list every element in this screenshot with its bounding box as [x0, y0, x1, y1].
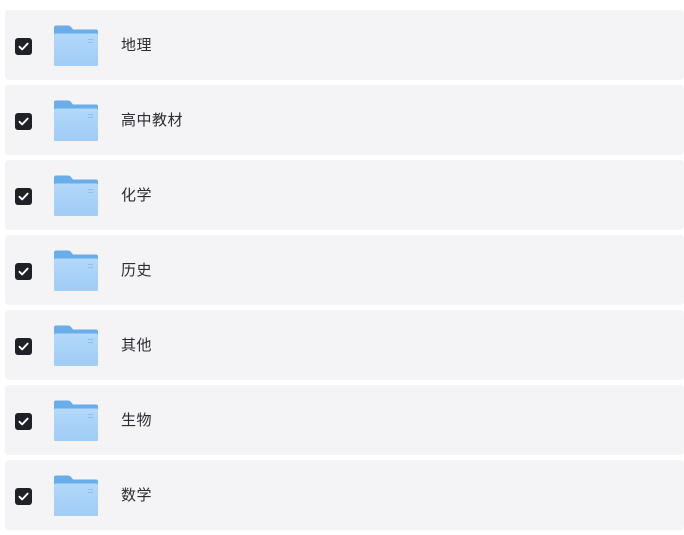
folder-icon [53, 400, 99, 442]
folder-list: 地理 高中教材 化学 历史 其他 生物 数学 [5, 10, 684, 535]
folder-row-0[interactable]: 地理 [5, 10, 684, 80]
checkbox[interactable] [15, 188, 32, 205]
checkmark-icon [18, 192, 29, 201]
checkbox[interactable] [15, 413, 32, 430]
folder-row-1[interactable]: 高中教材 [5, 85, 684, 155]
checkbox[interactable] [15, 38, 32, 55]
folder-name: 地理 [121, 36, 153, 54]
checkbox[interactable] [15, 488, 32, 505]
checkmark-icon [18, 342, 29, 351]
folder-row-2[interactable]: 化学 [5, 160, 684, 230]
folder-row-6[interactable]: 数学 [5, 460, 684, 530]
folder-icon [53, 250, 99, 292]
folder-name: 历史 [121, 261, 153, 279]
folder-name: 化学 [121, 186, 153, 204]
checkbox[interactable] [15, 113, 32, 130]
folder-icon [53, 475, 99, 517]
folder-row-5[interactable]: 生物 [5, 385, 684, 455]
folder-name: 数学 [121, 486, 153, 504]
checkbox[interactable] [15, 263, 32, 280]
folder-row-3[interactable]: 历史 [5, 235, 684, 305]
folder-name: 其他 [121, 336, 153, 354]
checkmark-icon [18, 492, 29, 501]
checkmark-icon [18, 267, 29, 276]
checkmark-icon [18, 117, 29, 126]
folder-name: 高中教材 [121, 111, 184, 129]
checkmark-icon [18, 417, 29, 426]
checkbox[interactable] [15, 338, 32, 355]
folder-icon [53, 325, 99, 367]
folder-icon [53, 175, 99, 217]
folder-name: 生物 [121, 411, 153, 429]
folder-row-4[interactable]: 其他 [5, 310, 684, 380]
folder-icon [53, 25, 99, 67]
checkmark-icon [18, 42, 29, 51]
folder-icon [53, 100, 99, 142]
